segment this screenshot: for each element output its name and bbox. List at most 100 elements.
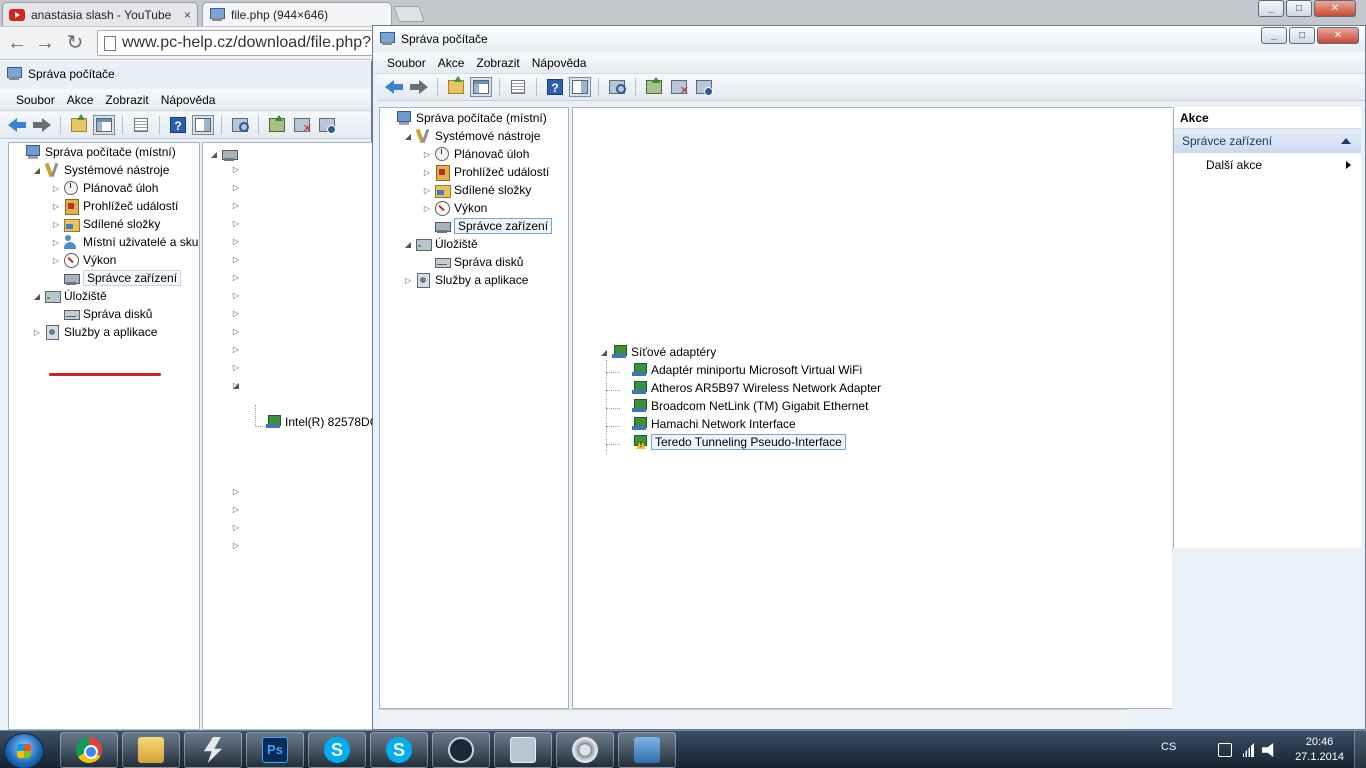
tree-item[interactable]: ◢ Systémové nástroje (403, 127, 540, 145)
expander-icon[interactable]: ▷ (231, 541, 241, 550)
expander-icon[interactable]: ▷ (231, 363, 241, 372)
tree-item[interactable]: Správce zařízení (51, 269, 182, 287)
maximize-button[interactable]: □ (1289, 27, 1315, 44)
expander-icon[interactable]: ▷ (231, 201, 241, 210)
close-button[interactable]: ✕ (1317, 27, 1359, 44)
tree-item[interactable]: ◢ Systémové nástroje (32, 161, 169, 179)
taskbar-button[interactable] (122, 732, 180, 768)
help-button[interactable]: ? (167, 115, 189, 135)
update-driver-button[interactable] (643, 77, 665, 97)
menu-file[interactable]: Soubor (381, 53, 432, 73)
tree-item[interactable]: ▷ Sdílené složky (422, 181, 531, 199)
expander-icon[interactable]: ▷ (403, 276, 413, 285)
help-button[interactable]: ? (544, 77, 566, 97)
tree-item[interactable]: ▷ Místní uživatelé a skupiny (51, 233, 199, 251)
taskbar-button[interactable] (494, 732, 552, 768)
device-category-network-adapters[interactable]: ◢ Síťové adaptéry (599, 343, 716, 361)
expander-icon[interactable]: ▷ (231, 273, 241, 282)
tree-item[interactable]: Správa počítače (místní) (13, 143, 176, 161)
tab-youtube[interactable]: anastasia slash - YouTube × (2, 2, 198, 26)
menu-view[interactable]: Zobrazit (99, 90, 154, 110)
close-button[interactable]: ✕ (1314, 0, 1356, 17)
menu-action[interactable]: Akce (432, 53, 471, 73)
maximize-button[interactable]: □ (1286, 0, 1312, 17)
minimize-button[interactable]: _ (1261, 27, 1287, 44)
device-root-row[interactable]: ◢ (209, 145, 241, 163)
back-button[interactable] (6, 115, 28, 135)
tree-item[interactable]: ▷ Služby a aplikace (403, 271, 528, 289)
clock[interactable]: 20:46 27.1.2014 (1295, 735, 1344, 765)
up-one-level-button[interactable] (68, 114, 90, 135)
tree-item[interactable]: ◢ Úložiště (32, 287, 107, 305)
expander-icon[interactable]: ▷ (51, 256, 61, 265)
menu-help[interactable]: Nápověda (155, 90, 222, 110)
forward-button[interactable] (408, 77, 430, 97)
language-indicator[interactable]: CS (1161, 741, 1176, 753)
up-one-level-button[interactable] (445, 76, 467, 97)
expander-icon[interactable]: ▷ (231, 327, 241, 336)
forward-button[interactable]: → (34, 31, 56, 55)
menu-action[interactable]: Akce (61, 90, 100, 110)
show-tree-button[interactable] (470, 77, 492, 97)
show-action-pane-button[interactable] (569, 77, 591, 97)
taskbar-button[interactable] (556, 732, 614, 768)
expander-icon[interactable]: ▷ (231, 165, 241, 174)
expander-icon[interactable]: ▷ (422, 204, 432, 213)
expander-icon[interactable]: ▷ (231, 487, 241, 496)
expander-icon[interactable]: ◢ (403, 240, 413, 249)
expander-icon[interactable]: ▷ (422, 186, 432, 195)
expander-icon[interactable]: ▷ (422, 168, 432, 177)
network-signal-icon[interactable] (1240, 743, 1254, 757)
menu-file[interactable]: Soubor (10, 90, 61, 110)
uninstall-button[interactable] (668, 77, 690, 97)
disable-button[interactable] (693, 77, 715, 97)
tree-item[interactable]: ▷ Prohlížeč událostí (51, 197, 178, 215)
tree-item[interactable]: ▷ Výkon (51, 251, 116, 269)
show-desktop-button[interactable] (1354, 731, 1366, 768)
start-button[interactable] (4, 733, 44, 768)
back-button[interactable] (383, 77, 405, 97)
expander-icon[interactable]: ▷ (422, 150, 432, 159)
tree-item[interactable]: ▷ Výkon (422, 199, 487, 217)
expander-icon[interactable]: ▷ (231, 309, 241, 318)
expander-icon[interactable]: ▷ (231, 523, 241, 532)
taskbar-button[interactable]: S (370, 732, 428, 768)
device-row[interactable]: Broadcom NetLink (TM) Gigabit Ethernet (631, 397, 868, 415)
menu-help[interactable]: Nápověda (526, 53, 593, 73)
forward-button[interactable] (31, 115, 53, 135)
taskbar-button[interactable] (60, 732, 118, 768)
tree-item[interactable]: Správa počítače (místní) (384, 109, 547, 127)
expander-icon[interactable]: ◢ (403, 132, 413, 141)
export-list-button[interactable] (130, 115, 152, 135)
volume-icon[interactable] (1262, 743, 1274, 757)
expander-icon[interactable]: ▷ (51, 220, 61, 229)
expander-icon[interactable]: ◢ (32, 166, 42, 175)
device-row[interactable]: Atheros AR5B97 Wireless Network Adapter (631, 379, 881, 397)
taskbar-button[interactable] (432, 732, 490, 768)
actions-section-device-manager[interactable]: Správce zařízení (1174, 129, 1361, 153)
disable-button[interactable] (316, 115, 338, 135)
flag-icon[interactable] (1218, 743, 1232, 757)
expander-icon[interactable]: ▷ (231, 291, 241, 300)
expander-icon[interactable]: ▷ (231, 219, 241, 228)
scan-hardware-button[interactable] (229, 115, 251, 135)
tree-item[interactable]: ◢ Úložiště (403, 235, 478, 253)
taskbar-button[interactable]: Ps (246, 732, 304, 768)
more-actions-item[interactable]: Další akce (1174, 153, 1361, 177)
tree-item[interactable]: Správa disků (422, 253, 523, 271)
tree-item[interactable]: ▷ Plánovač úloh (422, 145, 529, 163)
new-tab-button[interactable] (393, 6, 425, 22)
back-button[interactable]: ← (6, 31, 28, 55)
tree-item[interactable]: Správce zařízení (422, 217, 553, 235)
tree-item[interactable]: ▷ Sdílené složky (51, 215, 160, 233)
device-row[interactable]: Intel(R) 82578DC (265, 413, 372, 431)
expander-icon[interactable]: ◢ (231, 381, 241, 390)
minimize-button[interactable]: _ (1258, 0, 1284, 17)
tree-item[interactable]: Správa disků (51, 305, 152, 323)
reload-button[interactable]: ↻ (64, 31, 86, 55)
expander-icon[interactable]: ▷ (231, 237, 241, 246)
uninstall-button[interactable] (291, 115, 313, 135)
tree-item[interactable]: ▷ Plánovač úloh (51, 179, 158, 197)
show-tree-button[interactable] (93, 115, 115, 135)
expander-icon[interactable]: ◢ (32, 292, 42, 301)
